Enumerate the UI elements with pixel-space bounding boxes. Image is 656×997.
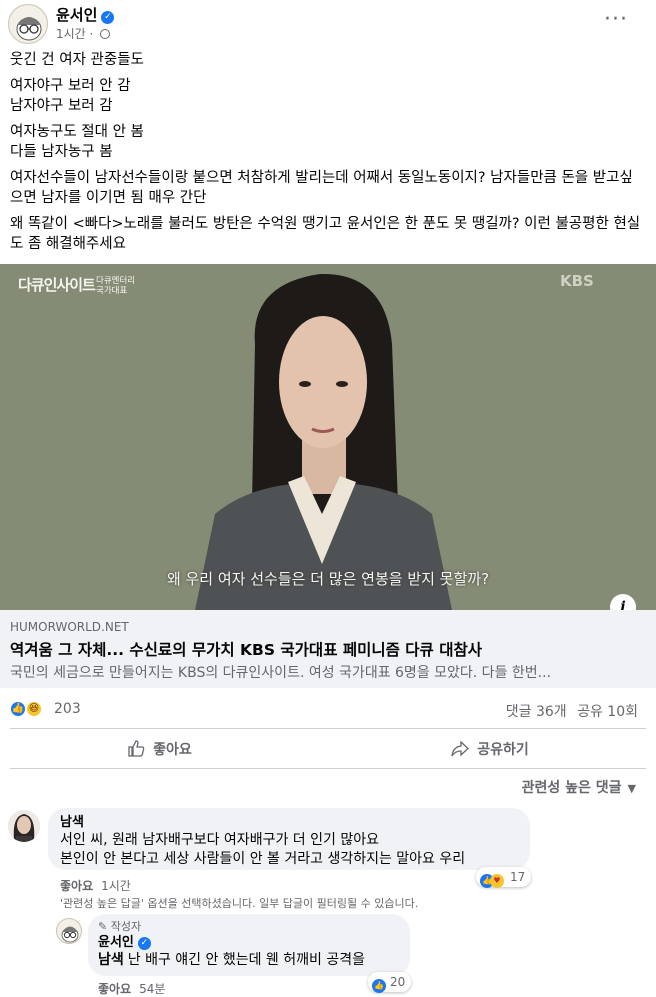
program-logo: 다큐인사이트 [18,276,96,294]
verified-badge-icon: ✓ [137,937,151,950]
share-button[interactable]: 공유하기 [340,734,640,766]
commenter-avatar[interactable] [8,810,40,842]
mention-link[interactable]: 남색 [98,952,124,968]
reply-bubble: ✎ 작성자 윤서인 ✓ 남색 난 배구 얘긴 안 했는데 웬 허깨비 공격을 [88,914,410,976]
comment-like-link[interactable]: 좋아요 [60,879,93,893]
more-options-button[interactable]: ··· [598,9,634,38]
filter-note: '관련성 높은 답글' 옵션을 선택하셨습니다. 일부 답글이 필터링될 수 있… [60,897,419,910]
thumbs-up-icon [128,734,145,764]
link-title[interactable]: 역겨움 그 자체... 수신료의 무가치 KBS 국가대표 페미니즘 다큐 대참… [10,638,650,660]
comment-bubble: 남색 서인 씨, 원래 남자배구보다 여자배구가 더 인기 많아요 본인이 안 … [48,808,530,870]
post-actions: 좋아요 공유하기 [10,734,646,766]
care-reaction-icon: ♥ [490,874,504,888]
verified-badge-icon: ✓ [101,11,115,24]
globe-icon [100,29,111,39]
link-preview[interactable]: HUMORWORLD.NET 역겨움 그 자체... 수신료의 무가치 KBS … [0,610,656,688]
post-paragraph: 여자농구도 절대 안 봄 다들 남자농구 봄 [10,124,144,160]
woman-portrait-image [195,273,452,610]
post-body: 웃긴 건 여자 관중들도 여자야구 보러 안 감 남자야구 보러 감 여자농구도… [10,50,646,260]
comment-reactions[interactable]: 👍♥ 17 [476,867,532,888]
haha-reaction-icon[interactable]: 😆 [25,700,43,718]
avatar[interactable] [8,4,48,44]
author-badge: ✎ 작성자 [98,920,142,933]
video-subtitle: 왜 우리 여자 선수들은 더 많은 연봉을 받지 못할까? [166,570,490,588]
reply-reactions[interactable]: 👍 20 [368,972,412,993]
comment-time[interactable]: 1시간 [101,879,131,893]
post-paragraph: 여자야구 보러 안 감 남자야구 보러 감 [10,78,131,114]
share-arrow-icon [451,734,470,764]
like-button[interactable]: 좋아요 [10,734,310,766]
divider [10,768,646,769]
link-description: 국민의 세금으로 만들어지는 KBS의 다큐인사이트. 여성 국가대표 6명을 … [10,665,552,681]
program-logo-sub: 다큐멘터리 국가대표 [96,276,136,296]
reply-avatar[interactable] [56,918,82,944]
comment-text: 서인 씨, 원래 남자배구보다 여자배구가 더 인기 많아요 본인이 안 본다고… [60,832,466,867]
pencil-icon: ✎ [98,920,108,933]
share-count[interactable]: 공유 10회 [577,704,638,720]
reply-time[interactable]: 54분 [139,982,165,996]
link-preview-image[interactable]: 다큐인사이트 다큐멘터리 국가대표 KBS 왜 우리 여자 선수들은 더 많은 … [0,264,656,610]
reaction-count[interactable]: 203 [54,701,81,717]
divider [10,728,646,729]
reply-text: 남색 난 배구 얘긴 안 했는데 웬 허깨비 공격을 [98,952,365,968]
broadcaster-watermark: KBS [560,272,594,290]
reply-author-name[interactable]: 윤서인 ✓ [98,934,400,951]
like-reaction-icon: 👍 [372,979,386,993]
post-paragraph: 웃긴 건 여자 관중들도 [10,52,144,68]
comment-meta: 좋아요 1시간 [60,877,131,894]
post-header: 윤서인 ✓ 1시간 · ··· [0,0,656,48]
reply-like-link[interactable]: 좋아요 [98,982,131,996]
post-stats: 👍 😆 203 댓글 36개 공유 10회 [0,696,656,724]
author-name[interactable]: 윤서인 ✓ [56,4,115,25]
post-paragraph: 여자선수들이 남자선수들이랑 붙으면 처참하게 발리는데 어째서 동일노동이지?… [10,170,633,206]
caret-down-icon: ▼ [627,782,636,795]
post-timestamp[interactable]: 1시간 · [56,25,111,42]
commenter-name[interactable]: 남색 [60,814,518,831]
reply-meta: 좋아요 54분 [98,980,165,997]
post-paragraph: 왜 똑같이 <빠다>노래를 불러도 방탄은 수억원 땡기고 윤서인은 한 푼도 … [10,216,641,252]
comment-count[interactable]: 댓글 36개 [506,704,567,720]
link-domain: HUMORWORLD.NET [10,620,129,634]
like-reaction-icon[interactable]: 👍 [9,700,27,718]
comment-sort-dropdown[interactable]: 관련성 높은 댓글 ▼ [522,777,636,797]
